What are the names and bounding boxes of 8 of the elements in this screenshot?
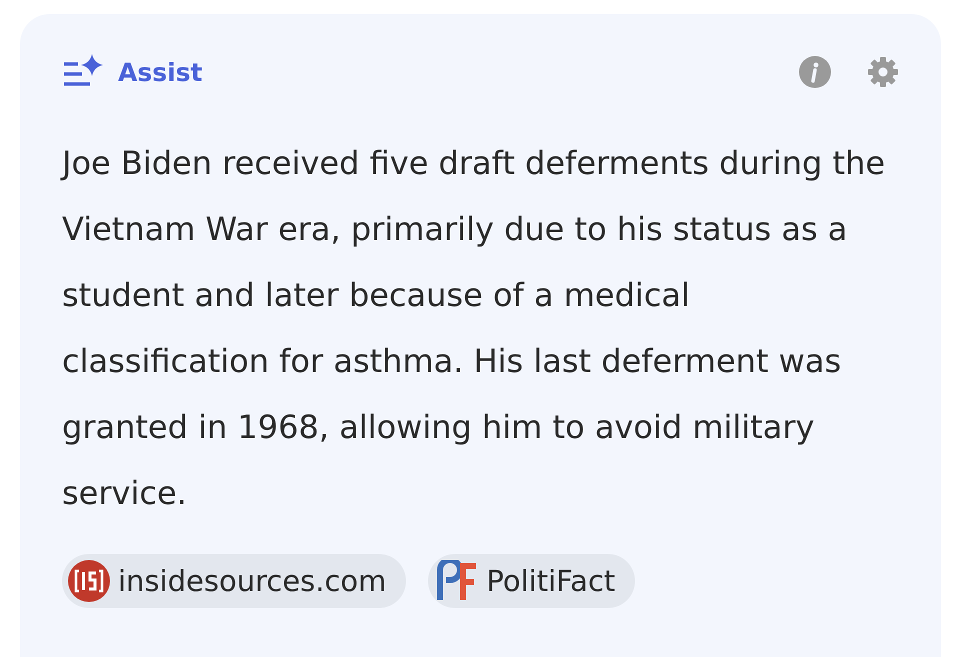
- logo-icon: [68, 560, 110, 602]
- info-icon[interactable]: [799, 56, 831, 88]
- logo-icon: [434, 560, 478, 602]
- source-chip[interactable]: PolitiFact: [428, 554, 636, 608]
- source-chip[interactable]: insidesources.com: [62, 554, 406, 608]
- settings-icon[interactable]: [867, 56, 899, 88]
- assist-title: Assist: [118, 58, 203, 86]
- answer-text: Joe Biden received five draft deferments during the Vietnam War era, primarily due to his status as a student and later because of a medical classification for asthma. His last deferment was granted in 1968, allowing him to avoid military service.: [62, 143, 886, 514]
